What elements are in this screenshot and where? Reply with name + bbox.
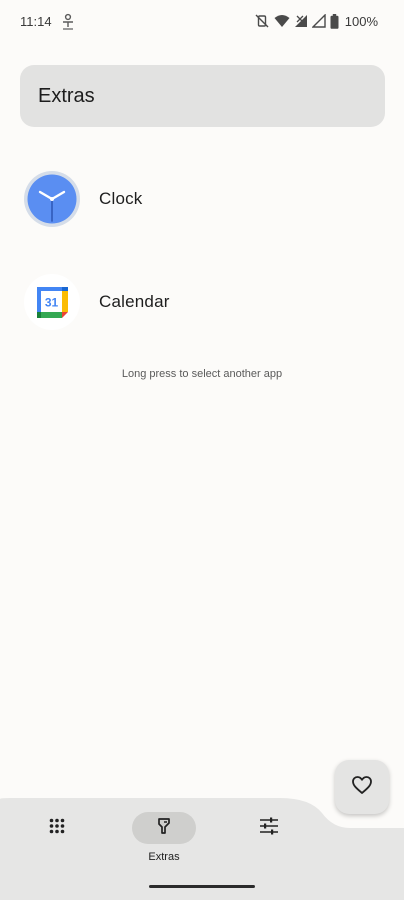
page-title: Extras bbox=[38, 84, 95, 107]
nav-item-apps[interactable] bbox=[25, 812, 89, 844]
hint-text: Long press to select another app bbox=[121, 368, 283, 380]
app-item-clock[interactable]: Clock bbox=[24, 170, 384, 228]
heart-icon bbox=[351, 775, 373, 800]
status-bar: 11:14 100% bbox=[0, 0, 404, 46]
favorite-button[interactable] bbox=[335, 760, 389, 814]
settings-sliders-icon bbox=[259, 817, 279, 840]
battery-level: 100% bbox=[344, 13, 378, 29]
vibrate-off-icon bbox=[254, 13, 270, 29]
accessibility-icon bbox=[60, 13, 76, 31]
signal-icon-2 bbox=[311, 14, 326, 28]
app-label-calendar: Calendar bbox=[99, 292, 170, 311]
calendar-day: 31 bbox=[45, 296, 59, 310]
apps-grid-icon bbox=[49, 818, 65, 839]
header-card: Extras bbox=[20, 65, 385, 127]
wifi-icon bbox=[274, 14, 290, 28]
app-label-clock: Clock bbox=[99, 189, 143, 208]
calendar-icon: 31 bbox=[24, 274, 80, 330]
signal-icon bbox=[294, 14, 308, 28]
battery-icon bbox=[330, 13, 339, 29]
extras-icon bbox=[156, 817, 172, 840]
nav-label-extras: Extras bbox=[148, 851, 180, 863]
nav-item-extras[interactable] bbox=[132, 812, 196, 844]
status-icons: 100% bbox=[254, 13, 378, 29]
gesture-handle[interactable] bbox=[149, 885, 255, 888]
clock-icon bbox=[24, 171, 80, 227]
nav-item-settings[interactable] bbox=[237, 812, 301, 844]
app-item-calendar[interactable]: 31 Calendar bbox=[24, 273, 384, 331]
status-time: 11:14 bbox=[20, 14, 52, 29]
